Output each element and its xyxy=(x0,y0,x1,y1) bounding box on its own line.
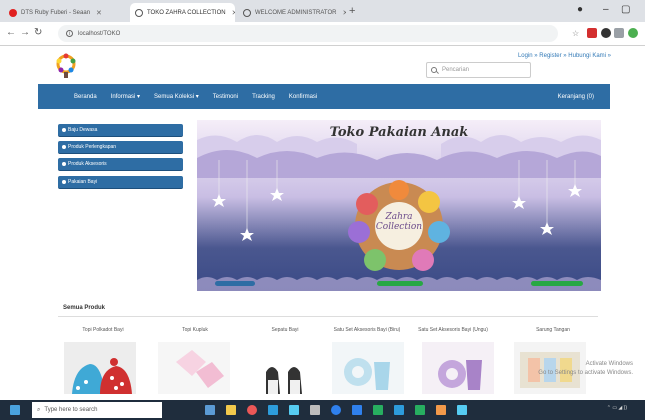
chrome-icon[interactable] xyxy=(247,405,257,415)
sidebar-item-label: Baju Dewasa xyxy=(68,127,98,133)
extension-icon[interactable] xyxy=(601,28,611,38)
carousel-next-button[interactable] xyxy=(531,281,583,286)
file-explorer-icon[interactable] xyxy=(226,405,236,415)
bullet-icon xyxy=(62,145,66,149)
banner-artwork xyxy=(197,135,601,291)
url-bar[interactable]: i localhost/TOKO xyxy=(58,25,558,42)
sidebar-item-produk-aksesoris[interactable]: Produk Aksesoris xyxy=(58,158,183,171)
new-tab-icon[interactable]: + xyxy=(349,5,355,17)
close-icon[interactable]: ✕ xyxy=(96,9,102,17)
app-icon[interactable] xyxy=(415,405,425,415)
section-divider xyxy=(58,316,598,317)
close-icon[interactable]: ✕ xyxy=(232,9,235,17)
activate-windows-watermark: Activate Windows Go to Settings to activ… xyxy=(538,360,633,378)
bib-set-image[interactable] xyxy=(422,342,494,394)
extension-icon[interactable] xyxy=(614,28,624,38)
cloth-image[interactable] xyxy=(158,342,230,394)
store-logo-icon[interactable] xyxy=(54,52,78,78)
back-icon[interactable]: ← xyxy=(6,27,16,38)
bullet-icon xyxy=(62,162,66,166)
banner-logo-line: Collection xyxy=(375,222,423,232)
nav-testimoni[interactable]: Testimoni xyxy=(213,94,238,100)
taskbar-search-placeholder: Type here to search xyxy=(44,407,98,413)
sidebar-item-produk-perlengkapan[interactable]: Produk Perlengkapan xyxy=(58,141,183,154)
maximize-icon[interactable]: ▢ xyxy=(621,4,630,15)
sidebar-item-label: Produk Perlengkapan xyxy=(68,144,117,150)
reload-icon[interactable]: ↻ xyxy=(34,27,42,38)
account-links[interactable]: Login » Register » Hubungi Kami » xyxy=(518,53,611,59)
watermark-title: Activate Windows xyxy=(585,361,633,367)
browser-tab-bar: DTS Ruby Fuberi - Seaan ✕ TOKO ZAHRA COL… xyxy=(0,0,645,22)
hat-image[interactable] xyxy=(64,342,136,394)
bullet-icon xyxy=(62,128,66,132)
sidebar-item-baju-dewasa[interactable]: Baju Dewasa xyxy=(58,124,183,137)
banner-title: Toko Pakaian Anak xyxy=(329,125,469,140)
task-view-icon[interactable] xyxy=(205,405,215,415)
product-name[interactable]: Topi Polkadot Bayi xyxy=(58,326,148,334)
edge-icon[interactable] xyxy=(268,405,278,415)
bib-set-image[interactable] xyxy=(332,342,404,394)
cart-link[interactable]: Keranjang (0) xyxy=(558,94,594,100)
watermark-subtitle: Go to Settings to activate Windows. xyxy=(538,370,633,376)
tab-favicon-icon xyxy=(243,8,251,17)
profile-icon[interactable] xyxy=(628,28,638,38)
tab-title: TOKO ZAHRA COLLECTION xyxy=(147,9,226,16)
store-icon[interactable] xyxy=(289,405,299,415)
browser-tab-3[interactable]: WELCOME ADMINISTRATOR ✕ xyxy=(238,3,346,22)
close-icon[interactable]: ✕ xyxy=(342,9,346,17)
nav-informasi[interactable]: Informasi ▾ xyxy=(111,93,140,100)
bullet-icon xyxy=(62,180,66,184)
search-input[interactable]: Pencarian xyxy=(426,62,531,78)
product-name[interactable]: Sepatu Bayi xyxy=(240,326,330,334)
taskbar-search-input[interactable]: ⌕ Type here to search xyxy=(32,402,162,418)
app-icon[interactable] xyxy=(352,405,362,415)
star-icon[interactable]: ☆ xyxy=(572,29,580,38)
forward-icon[interactable]: → xyxy=(20,27,30,38)
banner-logo-line: Zahra xyxy=(385,212,413,222)
browser-tab-1[interactable]: DTS Ruby Fuberi - Seaan ✕ xyxy=(4,3,129,22)
tab-title: WELCOME ADMINISTRATOR xyxy=(255,9,337,16)
extension-icon[interactable] xyxy=(587,28,597,38)
url-text: localhost/TOKO xyxy=(78,30,121,37)
app-icon[interactable] xyxy=(457,405,467,415)
nav-beranda[interactable]: Beranda xyxy=(74,94,97,100)
search-icon: ⌕ xyxy=(37,406,41,413)
address-bar-row: ← → ↻ i localhost/TOKO ☆ xyxy=(0,22,645,46)
tab-favicon-icon xyxy=(135,8,143,17)
tab-favicon-icon xyxy=(9,8,17,17)
product-name[interactable]: Satu Set Aksesoris Bayi (Biru) xyxy=(322,326,412,334)
account-icon[interactable]: ● xyxy=(577,4,583,15)
app-icon[interactable] xyxy=(436,405,446,415)
search-placeholder: Pencarian xyxy=(442,67,470,73)
mail-icon[interactable] xyxy=(310,405,320,415)
section-title: Semua Produk xyxy=(63,305,106,311)
system-tray[interactable]: ⌃ ▭ ◢ )) xyxy=(607,405,627,411)
minimize-icon[interactable]: – xyxy=(603,4,609,15)
sidebar-item-pakaian-bayi[interactable]: Pakaian Bayi xyxy=(58,176,183,189)
nav-semua-koleksi[interactable]: Semua Koleksi ▾ xyxy=(154,93,199,100)
carousel-prev-button[interactable] xyxy=(215,281,255,286)
hero-banner[interactable]: Toko Pakaian Anak Zahra Collection xyxy=(197,120,601,291)
app-icon[interactable] xyxy=(394,405,404,415)
sidebar-item-label: Pakaian Bayi xyxy=(68,179,98,185)
nav-konfirmasi[interactable]: Konfirmasi xyxy=(289,94,317,100)
app-icon[interactable] xyxy=(373,405,383,415)
browser-tab-2[interactable]: TOKO ZAHRA COLLECTION ✕ xyxy=(130,3,235,22)
product-name[interactable]: Topi Kupluk xyxy=(150,326,240,334)
product-name[interactable]: Sarung Tangan xyxy=(508,326,598,334)
site-info-icon[interactable]: i xyxy=(66,30,73,37)
carousel-indicator-button[interactable] xyxy=(377,281,423,286)
tab-title: DTS Ruby Fuberi - Seaan xyxy=(21,9,91,16)
banner-logo-text: Zahra Collection xyxy=(375,212,423,232)
windows-taskbar: ⌕ Type here to search ⌃ ▭ ◢ )) xyxy=(0,400,645,420)
shoes-image[interactable] xyxy=(250,342,322,394)
windows-start-icon[interactable] xyxy=(10,405,20,415)
sidebar-item-label: Produk Aksesoris xyxy=(68,161,107,167)
app-icon[interactable] xyxy=(331,405,341,415)
main-navbar: Beranda Informasi ▾ Semua Koleksi ▾ Test… xyxy=(38,84,610,109)
nav-tracking[interactable]: Tracking xyxy=(252,94,275,100)
product-name[interactable]: Satu Set Aksesoris Bayi (Ungu) xyxy=(418,326,488,334)
search-icon xyxy=(431,67,437,73)
